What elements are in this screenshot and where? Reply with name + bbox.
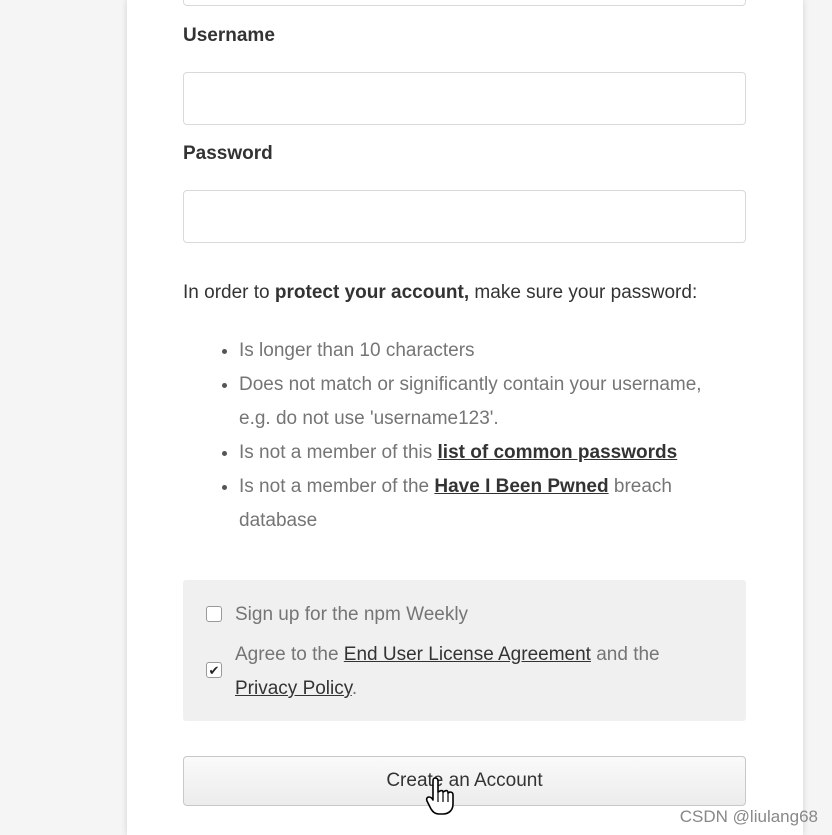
intro-prefix: In order to — [183, 282, 275, 303]
password-input[interactable] — [183, 190, 746, 243]
agree-prefix: Agree to the — [235, 644, 344, 665]
agree-label: Agree to the End User License Agreement … — [235, 638, 705, 706]
common-passwords-link[interactable]: list of common passwords — [438, 442, 678, 463]
privacy-policy-link[interactable]: Privacy Policy — [235, 678, 352, 699]
options-box: Sign up for the npm Weekly ✔ Agree to th… — [183, 580, 746, 721]
username-label: Username — [183, 25, 275, 46]
email-field[interactable] — [183, 0, 746, 6]
rule-length: Is longer than 10 characters — [239, 334, 723, 368]
checkmark-icon: ✔ — [208, 662, 220, 678]
agree-checkbox[interactable]: ✔ — [206, 662, 222, 678]
rule-length-text: Is longer than 10 characters — [239, 340, 475, 361]
rule-pwned-text: Is not a member of the — [239, 476, 435, 497]
username-input[interactable] — [183, 72, 746, 125]
watermark: CSDN @liulang68 — [679, 807, 818, 826]
password-rules: Is longer than 10 characters Does not ma… — [183, 334, 723, 538]
agree-suffix: . — [351, 678, 358, 699]
create-account-button[interactable]: Create an Account — [183, 756, 746, 806]
newsletter-checkbox[interactable] — [206, 606, 222, 622]
rule-username-text: Does not match or significantly contain … — [239, 374, 702, 429]
hand-pointer-icon — [425, 777, 454, 815]
rule-username: Does not match or significantly contain … — [239, 368, 723, 436]
signup-card: Username Password In order to protect yo… — [127, 0, 803, 835]
have-i-been-pwned-link[interactable]: Have I Been Pwned — [434, 476, 608, 497]
eula-link[interactable]: End User License Agreement — [344, 644, 591, 665]
password-label: Password — [183, 143, 273, 164]
rule-common: Is not a member of this list of common p… — [239, 436, 723, 470]
password-intro: In order to protect your account, make s… — [183, 282, 783, 304]
rule-common-text: Is not a member of this — [239, 442, 438, 463]
agree-middle: and the — [590, 644, 660, 665]
intro-suffix: make sure your password: — [469, 282, 698, 303]
newsletter-label: Sign up for the npm Weekly — [235, 604, 469, 625]
intro-bold: protect your account, — [274, 282, 470, 303]
rule-pwned: Is not a member of the Have I Been Pwned… — [239, 470, 723, 538]
